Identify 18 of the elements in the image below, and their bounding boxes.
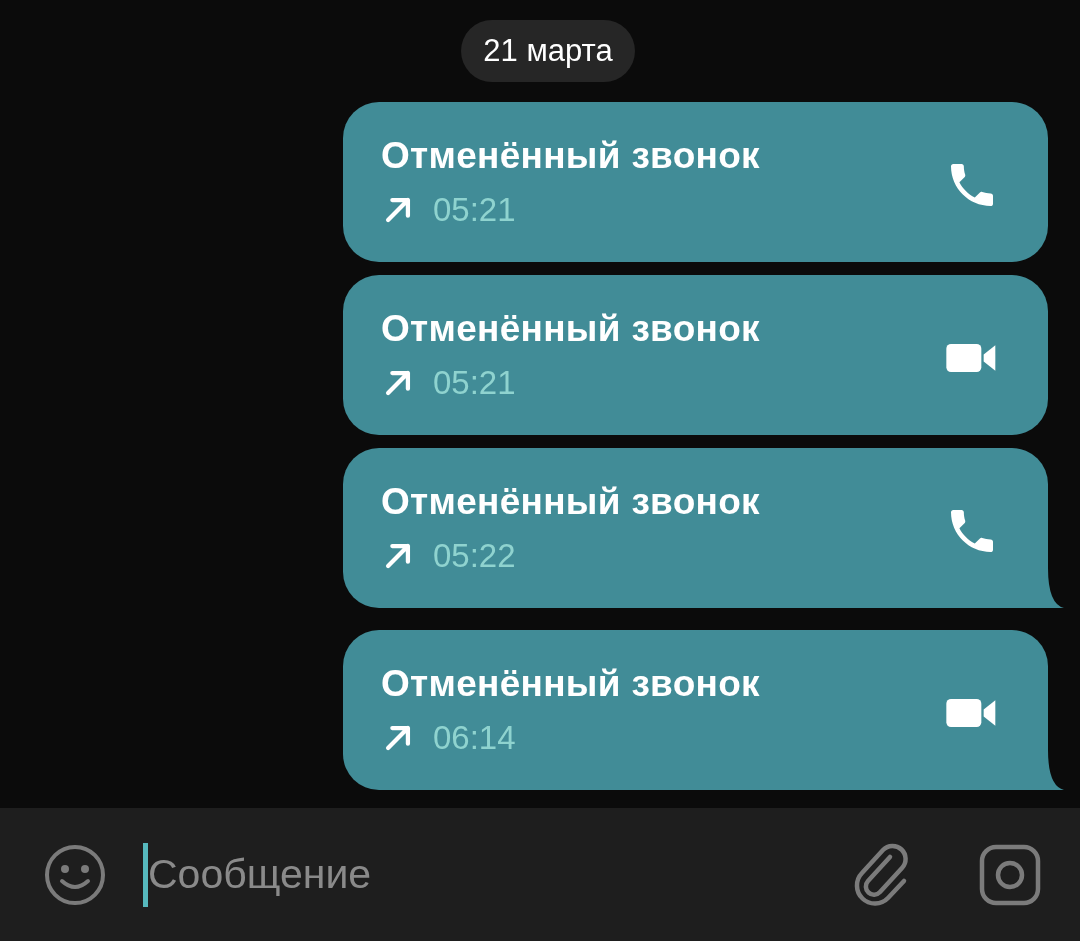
emoji-icon[interactable]	[43, 842, 107, 907]
call-status: Отменённый звонок	[381, 308, 760, 350]
message-time: 05:22	[433, 537, 516, 575]
call-bubble[interactable]: Отменённый звонок 05:21	[343, 102, 1048, 262]
date-label: 21 марта	[461, 20, 635, 82]
call-status: Отменённый звонок	[381, 663, 760, 705]
call-bubble[interactable]: Отменённый звонок 06:14	[343, 630, 1048, 790]
camera-icon[interactable]	[978, 842, 1042, 907]
message-time: 05:21	[433, 191, 516, 229]
message-time: 06:14	[433, 719, 516, 757]
message-time: 05:21	[433, 364, 516, 402]
call-status: Отменённый звонок	[381, 135, 760, 177]
call-status: Отменённый звонок	[381, 481, 760, 523]
message-composer[interactable]: Сообщение	[0, 808, 1080, 941]
call-bubble[interactable]: Отменённый звонок 05:21	[343, 275, 1048, 435]
message-field[interactable]: Сообщение	[148, 842, 850, 907]
text-cursor	[143, 842, 148, 907]
call-bubble[interactable]: Отменённый звонок 05:22	[343, 448, 1048, 608]
